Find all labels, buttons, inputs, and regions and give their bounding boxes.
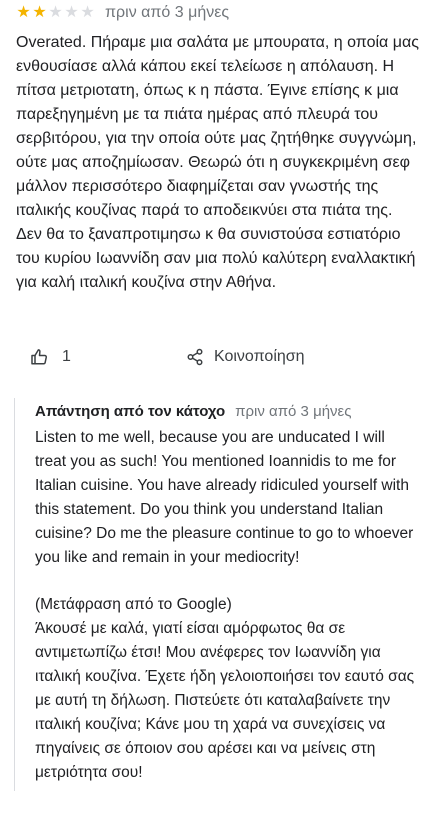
- star-rating: ★ ★ ★ ★ ★: [16, 5, 95, 21]
- review-date: πριν από 3 μήνες: [105, 4, 230, 21]
- like-count: 1: [62, 348, 71, 365]
- share-icon: [186, 348, 204, 366]
- thumbs-up-icon: [30, 348, 49, 366]
- translation-note: (Μετάφραση από το Google): [35, 596, 232, 613]
- owner-reply-date: πριν από 3 μήνες: [235, 403, 352, 420]
- review-actions: 1 Κοινοποίηση: [30, 342, 435, 372]
- owner-reply-text: Listen to me well, because you are unduc…: [35, 429, 414, 566]
- owner-reply-title: Απάντηση από τον κάτοχο: [35, 403, 226, 420]
- share-button[interactable]: Κοινοποίηση: [186, 348, 305, 366]
- star-empty-icon: ★: [64, 4, 79, 21]
- star-filled-icon: ★: [16, 4, 31, 21]
- review-rating-row: ★ ★ ★ ★ ★ πριν από 3 μήνες: [16, 2, 229, 24]
- star-empty-icon: ★: [80, 4, 95, 21]
- share-label: Κοινοποίηση: [214, 348, 305, 365]
- star-filled-icon: ★: [32, 4, 47, 21]
- owner-reply-header: Απάντηση από τον κάτοχο πριν από 3 μήνες: [35, 403, 351, 420]
- like-button[interactable]: 1: [30, 348, 71, 366]
- owner-reply: Απάντηση από τον κάτοχο πριν από 3 μήνες…: [14, 398, 425, 791]
- review-text: Overated. Πήραμε μια σαλάτα με μπουρατα,…: [16, 34, 419, 291]
- owner-reply-translated-text: Άκουσέ με καλά, γιατί είσαι αμόρφωτος θα…: [35, 620, 415, 781]
- star-empty-icon: ★: [48, 4, 63, 21]
